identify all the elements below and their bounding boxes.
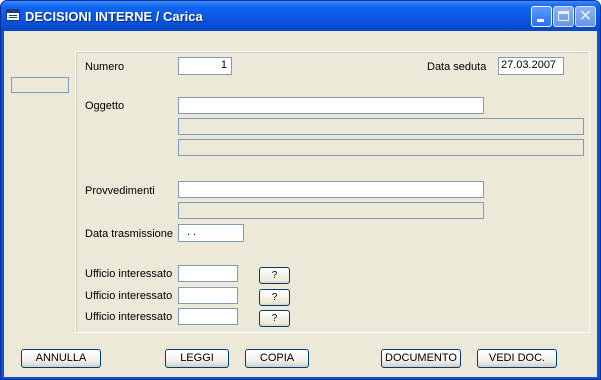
maximize-icon xyxy=(558,11,569,21)
close-button: ✕ xyxy=(575,6,596,27)
form-panel: Numero 1 Data seduta 27.03.2007 Oggetto … xyxy=(75,51,590,333)
ufficio-field-3[interactable] xyxy=(178,308,238,325)
data-trasmissione-label: Data trasmissione xyxy=(85,228,174,240)
annulla-button[interactable]: ANNULLA xyxy=(21,349,101,368)
window: DECISIONI INTERNE / Carica ✕ Numero 1 Da… xyxy=(0,0,601,380)
provvedimenti-field[interactable] xyxy=(178,181,484,198)
app-form-icon[interactable] xyxy=(6,9,20,21)
ufficio-lookup-button-2[interactable]: ? xyxy=(259,289,290,306)
minimize-icon xyxy=(537,19,544,22)
window-client-area: Numero 1 Data seduta 27.03.2007 Oggetto … xyxy=(4,31,597,377)
provvedimenti-line-2 xyxy=(178,202,484,219)
ufficio-label-2: Ufficio interessato xyxy=(85,290,173,302)
ufficio-label-1: Ufficio interessato xyxy=(85,268,173,280)
copia-button[interactable]: COPIA xyxy=(245,349,309,368)
maximize-button xyxy=(553,6,574,27)
vedi-doc-button[interactable]: VEDI DOC. xyxy=(477,349,557,368)
documento-button[interactable]: DOCUMENTO xyxy=(381,349,461,368)
data-trasmissione-field[interactable]: . . xyxy=(178,224,244,242)
minimize-button[interactable] xyxy=(531,6,552,27)
numero-field[interactable]: 1 xyxy=(178,57,232,75)
data-seduta-field[interactable]: 27.03.2007 xyxy=(498,57,564,75)
ufficio-lookup-button-3[interactable]: ? xyxy=(259,310,290,327)
window-title: DECISIONI INTERNE / Carica xyxy=(25,9,203,24)
numero-label: Numero xyxy=(85,61,125,73)
ufficio-field-2[interactable] xyxy=(178,287,238,304)
ufficio-field-1[interactable] xyxy=(178,265,238,282)
oggetto-field[interactable] xyxy=(178,97,484,114)
oggetto-line-3 xyxy=(178,139,584,156)
leggi-button[interactable]: LEGGI xyxy=(165,349,229,368)
oggetto-label: Oggetto xyxy=(85,100,125,112)
ufficio-label-3: Ufficio interessato xyxy=(85,311,173,323)
close-icon: ✕ xyxy=(578,8,593,25)
oggetto-line-2 xyxy=(178,118,584,135)
data-seduta-label: Data seduta xyxy=(427,61,487,73)
side-indicator-box xyxy=(11,77,69,93)
provvedimenti-label: Provvedimenti xyxy=(85,185,155,197)
title-bar[interactable]: DECISIONI INTERNE / Carica ✕ xyxy=(1,1,600,31)
ufficio-lookup-button-1[interactable]: ? xyxy=(259,267,290,284)
